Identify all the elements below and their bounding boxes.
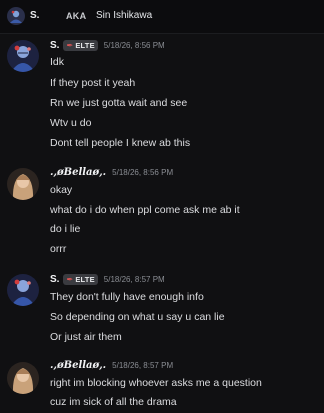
quill-icon: ✒ xyxy=(66,41,74,50)
user-avatar[interactable] xyxy=(7,362,39,394)
server-tag[interactable]: ✒ ELTE xyxy=(63,274,98,285)
message-text: right im blocking whoever asks me a ques… xyxy=(50,377,262,389)
message-author[interactable]: .,øBellaø,. xyxy=(50,360,106,371)
user-avatar-small[interactable] xyxy=(7,7,25,25)
message-text: So depending on what u say u can lie xyxy=(50,311,225,323)
header-username[interactable]: S. xyxy=(30,10,39,21)
user-avatar[interactable] xyxy=(7,40,39,72)
message-timestamp: 5/18/26, 8:56 PM xyxy=(103,41,165,50)
server-tag-label: ELTE xyxy=(75,275,95,284)
header-nickname: Sin Ishikawa xyxy=(96,10,153,21)
message-text: Or just air them xyxy=(50,331,122,343)
message-text: okay xyxy=(50,184,73,196)
message-text: Rn we just gotta wait and see xyxy=(50,97,188,109)
message-text: orrr xyxy=(50,243,67,255)
message-timestamp: 5/18/26, 8:57 PM xyxy=(112,361,174,370)
message-text: They don't fully have enough info xyxy=(50,291,204,303)
message-text: what do i do when ppl come ask me ab it xyxy=(50,204,240,216)
message-text: Idk xyxy=(50,56,65,68)
message-timestamp: 5/18/26, 8:57 PM xyxy=(103,275,165,284)
message-author[interactable]: S. xyxy=(50,40,59,51)
message-text: Dont tell people I knew ab this xyxy=(50,137,191,149)
message-text: Wtv u do xyxy=(50,117,92,129)
server-tag[interactable]: ✒ ELTE xyxy=(63,40,98,51)
user-avatar[interactable] xyxy=(7,168,39,200)
message-timestamp: 5/18/26, 8:56 PM xyxy=(112,168,174,177)
aka-label: AKA xyxy=(66,11,87,21)
quill-icon: ✒ xyxy=(66,275,74,284)
message-text: If they post it yeah xyxy=(50,77,136,89)
user-avatar[interactable] xyxy=(7,274,39,306)
message-author[interactable]: S. xyxy=(50,274,59,285)
message-text: cuz im sick of all the drama xyxy=(50,396,177,408)
server-tag-label: ELTE xyxy=(75,41,95,50)
message-author[interactable]: .,øBellaø,. xyxy=(50,167,106,178)
dm-header: S. AKA Sin Ishikawa xyxy=(0,0,324,34)
message-text: do i lie xyxy=(50,223,81,235)
